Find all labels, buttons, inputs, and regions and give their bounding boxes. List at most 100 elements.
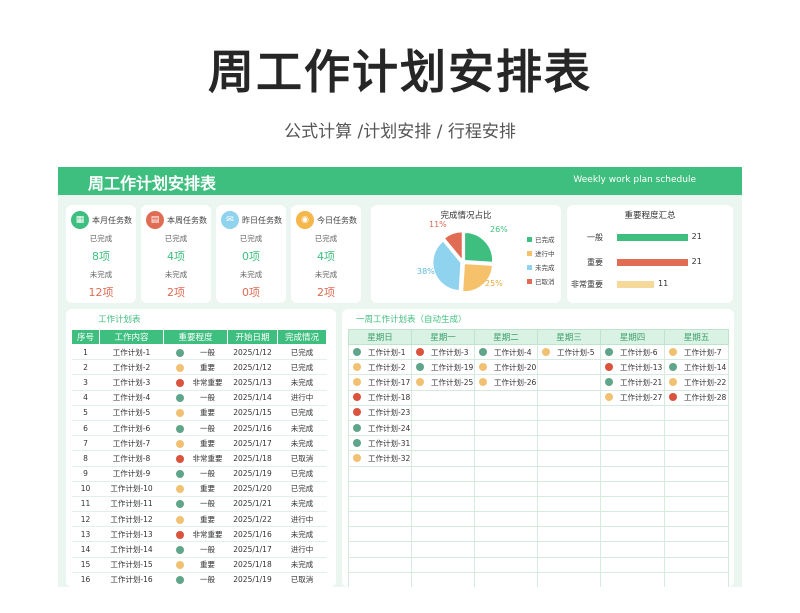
week-cell[interactable]: [411, 480, 475, 497]
table-row[interactable]: 2 工作计划-2 重要 2025/1/12 已完成: [71, 359, 327, 376]
week-cell[interactable]: [474, 450, 538, 467]
week-cell[interactable]: [600, 419, 665, 437]
week-cell[interactable]: [664, 419, 729, 437]
col-header-date[interactable]: 开始日期: [227, 329, 278, 345]
table-row[interactable]: 5 工作计划-5 重要 2025/1/15 已完成: [71, 405, 327, 421]
col-header-status[interactable]: 完成情况: [277, 329, 327, 345]
week-cell[interactable]: 工作计划-28: [664, 389, 729, 406]
week-cell[interactable]: 工作计划-25: [411, 374, 475, 391]
week-cell[interactable]: [348, 511, 412, 528]
week-header-fri[interactable]: 星期五: [664, 329, 729, 345]
week-cell[interactable]: [348, 465, 412, 482]
week-cell[interactable]: 工作计划-22: [664, 374, 729, 391]
week-cell[interactable]: [600, 541, 665, 558]
week-cell[interactable]: [600, 526, 665, 543]
week-cell[interactable]: [411, 526, 475, 543]
week-cell[interactable]: 工作计划-13: [600, 359, 665, 376]
week-cell[interactable]: [600, 511, 665, 528]
week-cell[interactable]: [474, 435, 538, 452]
week-cell[interactable]: [537, 526, 601, 543]
week-cell[interactable]: 工作计划-20: [474, 359, 538, 376]
table-row[interactable]: 9 工作计划-9 一般 2025/1/19 已完成: [71, 466, 327, 482]
week-cell[interactable]: 工作计划-32: [348, 450, 412, 467]
week-cell[interactable]: [348, 541, 412, 558]
week-cell[interactable]: 工作计划-2: [348, 359, 412, 376]
week-header-sun[interactable]: 星期日: [348, 329, 412, 345]
week-cell[interactable]: [411, 571, 475, 587]
week-cell[interactable]: 工作计划-5: [537, 343, 601, 361]
week-cell[interactable]: 工作计划-31: [348, 435, 412, 452]
table-row[interactable]: 4 工作计划-4 一般 2025/1/14 进行中: [71, 390, 327, 406]
week-cell[interactable]: [411, 465, 475, 482]
week-cell[interactable]: 工作计划-14: [664, 359, 729, 376]
table-row[interactable]: 7 工作计划-7 重要 2025/1/17 未完成: [71, 435, 327, 452]
week-cell[interactable]: [537, 465, 601, 482]
week-cell[interactable]: [600, 480, 665, 497]
week-cell[interactable]: [600, 450, 665, 467]
week-cell[interactable]: [537, 374, 601, 391]
week-cell[interactable]: [537, 389, 601, 406]
week-cell[interactable]: [537, 541, 601, 558]
week-cell[interactable]: 工作计划-26: [474, 374, 538, 391]
week-cell[interactable]: 工作计划-6: [600, 343, 665, 361]
week-cell[interactable]: [537, 419, 601, 437]
week-cell[interactable]: 工作计划-27: [600, 389, 665, 406]
table-row[interactable]: 6 工作计划-6 一般 2025/1/16 未完成: [71, 420, 327, 437]
week-cell[interactable]: 工作计划-3: [411, 343, 475, 361]
week-cell[interactable]: [600, 465, 665, 482]
week-cell[interactable]: [474, 480, 538, 497]
week-cell[interactable]: [411, 450, 475, 467]
week-cell[interactable]: [664, 511, 729, 528]
week-header-thu[interactable]: 星期四: [600, 329, 665, 345]
week-header-tue[interactable]: 星期二: [474, 329, 538, 345]
table-row[interactable]: 13 工作计划-13 非常重要 2025/1/16 未完成: [71, 526, 327, 543]
table-row[interactable]: 12 工作计划-12 重要 2025/1/22 进行中: [71, 511, 327, 528]
week-cell[interactable]: [537, 511, 601, 528]
table-row[interactable]: 10 工作计划-10 重要 2025/1/20 已完成: [71, 481, 327, 497]
week-cell[interactable]: [537, 556, 601, 573]
week-cell[interactable]: [411, 389, 475, 406]
table-row[interactable]: 1 工作计划-1 一般 2025/1/12 已完成: [71, 344, 327, 361]
week-cell[interactable]: [411, 556, 475, 573]
week-cell[interactable]: [474, 419, 538, 437]
week-cell[interactable]: [537, 571, 601, 587]
week-cell[interactable]: [600, 571, 665, 587]
col-header-content[interactable]: 工作内容: [99, 329, 164, 345]
week-cell[interactable]: [348, 556, 412, 573]
week-cell[interactable]: [537, 495, 601, 513]
table-row[interactable]: 15 工作计划-15 重要 2025/1/18 未完成: [71, 557, 327, 573]
week-cell[interactable]: 工作计划-21: [600, 374, 665, 391]
week-cell[interactable]: [411, 541, 475, 558]
week-cell[interactable]: [348, 495, 412, 513]
week-cell[interactable]: [537, 359, 601, 376]
week-cell[interactable]: 工作计划-17: [348, 374, 412, 391]
week-cell[interactable]: [664, 465, 729, 482]
col-header-level[interactable]: 重要程度: [163, 329, 228, 345]
week-cell[interactable]: [474, 495, 538, 513]
week-cell[interactable]: [474, 389, 538, 406]
week-cell[interactable]: 工作计划-7: [664, 343, 729, 361]
week-cell[interactable]: [537, 404, 601, 421]
week-cell[interactable]: [600, 435, 665, 452]
week-cell[interactable]: [600, 404, 665, 421]
week-cell[interactable]: [664, 435, 729, 452]
week-cell[interactable]: 工作计划-1: [348, 343, 412, 361]
week-cell[interactable]: [537, 435, 601, 452]
week-cell[interactable]: [537, 450, 601, 467]
week-cell[interactable]: [348, 526, 412, 543]
week-cell[interactable]: 工作计划-23: [348, 404, 412, 421]
week-cell[interactable]: 工作计划-24: [348, 419, 412, 437]
week-cell[interactable]: [474, 465, 538, 482]
week-cell[interactable]: [664, 541, 729, 558]
week-cell[interactable]: [664, 495, 729, 513]
week-cell[interactable]: [474, 526, 538, 543]
week-cell[interactable]: [664, 556, 729, 573]
week-cell[interactable]: [474, 556, 538, 573]
week-cell[interactable]: [664, 571, 729, 587]
table-row[interactable]: 16 工作计划-16 一般 2025/1/19 已取消: [71, 572, 327, 587]
week-cell[interactable]: [411, 419, 475, 437]
week-header-wed[interactable]: 星期三: [537, 329, 601, 345]
week-cell[interactable]: [348, 571, 412, 587]
week-cell[interactable]: [600, 556, 665, 573]
week-cell[interactable]: [474, 511, 538, 528]
